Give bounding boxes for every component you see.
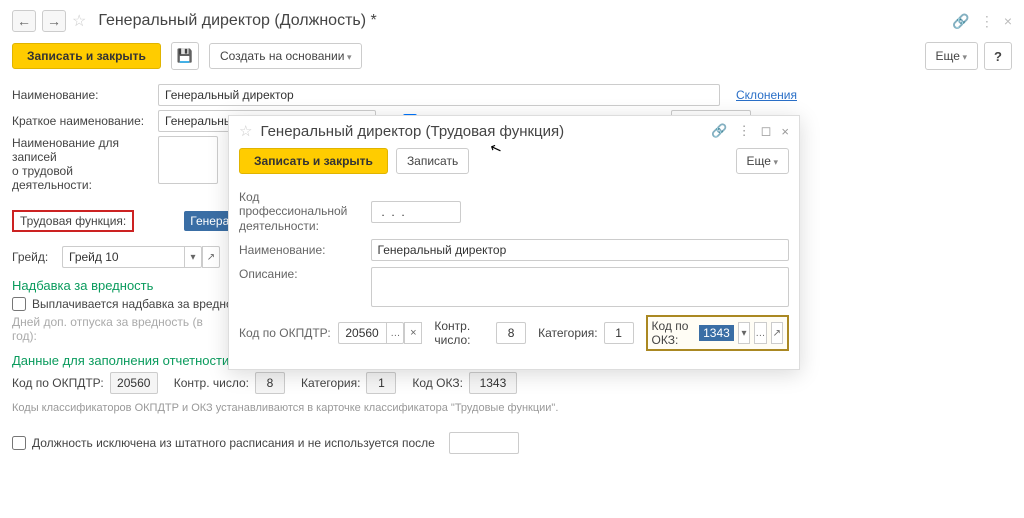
modal-okpdtr-input[interactable] xyxy=(338,322,386,344)
grade-input[interactable] xyxy=(62,246,184,268)
page-title: Генеральный директор (Должность) * xyxy=(98,12,376,30)
link-icon[interactable]: 🔗 xyxy=(952,13,969,30)
hazard-checkbox-label: Выплачивается надбавка за вредность xyxy=(32,297,250,311)
modal-control-input[interactable] xyxy=(496,322,526,344)
modal-kebab-icon[interactable]: ⋮ xyxy=(738,123,751,139)
modal-save-close-button[interactable]: Записать и закрыть xyxy=(239,148,388,174)
modal-toolbar: Записать и закрыть Записать Еще xyxy=(229,144,799,184)
save-icon[interactable]: 💾 xyxy=(171,42,199,70)
okpdtr-label: Код по ОКПДТР: xyxy=(12,376,104,390)
favorite-icon[interactable]: ☆ xyxy=(72,11,86,31)
report-footnote: Коды классификаторов ОКПДТР и ОКЗ устана… xyxy=(12,402,1012,414)
modal-name-input[interactable] xyxy=(371,239,789,261)
modal-okz-open-icon[interactable]: ↗ xyxy=(771,322,783,344)
category-input[interactable] xyxy=(366,372,396,394)
modal-more-button[interactable]: Еще xyxy=(736,148,789,174)
declensions-link[interactable]: Склонения xyxy=(736,88,797,102)
more-button[interactable]: Еще xyxy=(925,42,978,70)
modal-control-label: Контр. число: xyxy=(434,319,490,347)
name-label: Наименование: xyxy=(12,88,152,102)
modal-okz-chevron-icon[interactable]: ▾ xyxy=(738,322,750,344)
prof-code-label: Код профессиональной деятельности: xyxy=(239,190,365,233)
modal-okz-label: Код по ОКЗ: xyxy=(652,319,696,347)
main-toolbar: Записать и закрыть 💾 Создать на основани… xyxy=(12,38,1012,80)
control-input[interactable] xyxy=(255,372,285,394)
hazard-days-label: Дней доп. отпуска за вредность (в год): xyxy=(12,315,228,343)
prof-code-input[interactable] xyxy=(371,201,461,223)
modal-titlebar: ☆ Генеральный директор (Трудовая функция… xyxy=(229,116,799,144)
modal-category-input[interactable] xyxy=(604,322,634,344)
modal-name-label: Наименование: xyxy=(239,243,365,257)
open-ref-icon[interactable]: ↗ xyxy=(202,246,220,268)
control-label: Контр. число: xyxy=(174,376,249,390)
okpdtr-input[interactable] xyxy=(110,372,158,394)
help-button[interactable]: ? xyxy=(984,42,1012,70)
clear-icon[interactable]: × xyxy=(404,322,422,344)
modal-okz-block: Код по ОКЗ: 1343 ▾ … ↗ xyxy=(646,315,789,351)
hazard-checkbox[interactable] xyxy=(12,297,26,311)
modal-close-icon[interactable]: × xyxy=(781,124,789,139)
labor-function-modal: ☆ Генеральный директор (Трудовая функция… xyxy=(228,115,800,370)
ellipsis-icon[interactable]: … xyxy=(386,322,404,344)
modal-save-button[interactable]: Записать xyxy=(396,148,469,174)
category-label: Категория: xyxy=(301,376,360,390)
okz-input[interactable] xyxy=(469,372,517,394)
modal-okz-value[interactable]: 1343 xyxy=(699,325,734,341)
labor-function-label: Трудовая функция: xyxy=(12,210,134,232)
forward-button[interactable]: → xyxy=(42,10,66,32)
short-name-label: Краткое наименование: xyxy=(12,114,152,128)
save-close-button[interactable]: Записать и закрыть xyxy=(12,43,161,69)
name-input[interactable] xyxy=(158,84,720,106)
modal-body: Код профессиональной деятельности: Наиме… xyxy=(229,190,799,369)
okz-label: Код ОКЗ: xyxy=(412,376,463,390)
modal-favorite-icon[interactable]: ☆ xyxy=(239,122,252,140)
modal-category-label: Категория: xyxy=(538,326,597,340)
excluded-label: Должность исключена из штатного расписан… xyxy=(32,436,435,450)
grade-label: Грейд: xyxy=(12,250,56,264)
modal-okz-ellipsis-icon[interactable]: … xyxy=(754,322,766,344)
back-button[interactable]: ← xyxy=(12,10,36,32)
modal-title: Генеральный директор (Трудовая функция) xyxy=(260,123,564,140)
labor-rec-label: Наименование для записей о трудовой деят… xyxy=(12,136,152,192)
chevron-down-icon[interactable]: ▾ xyxy=(184,246,202,268)
close-icon[interactable]: × xyxy=(1004,13,1012,30)
main-titlebar: ← → ☆ Генеральный директор (Должность) *… xyxy=(12,8,1012,38)
excluded-checkbox[interactable] xyxy=(12,436,26,450)
modal-maximize-icon[interactable]: ◻ xyxy=(761,123,772,139)
modal-link-icon[interactable]: 🔗 xyxy=(711,123,727,139)
kebab-menu-icon[interactable]: ⋮ xyxy=(980,13,994,30)
create-based-button[interactable]: Создать на основании xyxy=(209,43,363,69)
modal-okpdtr-label: Код по ОКПДТР: xyxy=(239,326,332,340)
excluded-date-input[interactable] xyxy=(449,432,519,454)
labor-rec-input[interactable] xyxy=(158,136,218,184)
modal-desc-label: Описание: xyxy=(239,267,365,281)
modal-desc-input[interactable] xyxy=(371,267,789,307)
